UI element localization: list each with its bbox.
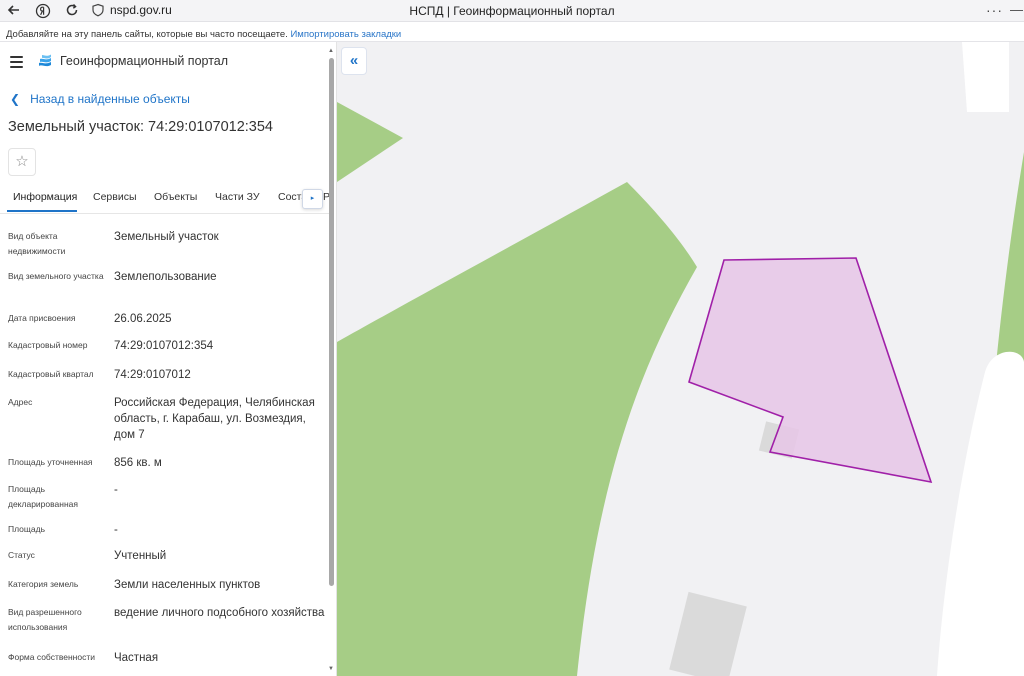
- bookmarks-bar: Добавляйте на эту панель сайты, которые …: [0, 22, 1024, 42]
- field-label: Площадь: [8, 524, 46, 534]
- portal-logo-icon: [37, 53, 53, 69]
- field-value: Земли населенных пунктов: [114, 579, 261, 591]
- bookmarks-hint: Добавляйте на эту панель сайты, которые …: [6, 29, 288, 40]
- tab-services[interactable]: Сервисы: [93, 191, 137, 203]
- field-value: 26.06.2025: [114, 313, 172, 325]
- menu-icon[interactable]: [10, 56, 23, 68]
- field-label: Кадастровый номер: [8, 340, 88, 350]
- field-label: Форма собственности: [8, 652, 95, 662]
- back-to-results-link[interactable]: ❮ Назад в найденные объекты: [10, 92, 190, 106]
- panel-scrollbar[interactable]: ▲ ▼: [327, 48, 335, 676]
- tab-objects[interactable]: Объекты: [154, 191, 197, 203]
- field-value: 74:29:0107012:354: [114, 340, 214, 352]
- field-label: Площадь декларированная: [8, 484, 78, 509]
- page-title: Земельный участок: 74:29:0107012:354: [8, 119, 273, 135]
- field-label: Дата присвоения: [8, 313, 76, 323]
- field-label: Адрес: [8, 397, 33, 407]
- collapse-panel-button[interactable]: «: [341, 47, 367, 75]
- minimize-icon[interactable]: —: [1010, 2, 1023, 17]
- info-tabs: Информация Сервисы Объекты Части ЗУ Сост…: [0, 182, 330, 214]
- field-label: Вид объекта недвижимости: [8, 231, 66, 256]
- object-info-panel: Геоинформационный портал ❮ Назад в найден…: [0, 42, 337, 676]
- tab-parts[interactable]: Части ЗУ: [215, 191, 260, 203]
- field-value: 856 кв. м: [114, 457, 162, 469]
- tab-scroll-right-icon[interactable]: ▸: [302, 189, 323, 209]
- back-label: Назад в найденные объекты: [30, 92, 190, 106]
- field-label: Категория земель: [8, 579, 79, 589]
- field-value: Земельный участок: [114, 231, 219, 243]
- more-menu-icon[interactable]: ···: [986, 2, 1003, 18]
- field-value: ведение личного подсобного хозяйства: [114, 607, 325, 619]
- scroll-up-icon[interactable]: ▲: [328, 48, 334, 54]
- favorite-star-icon[interactable]: ☆: [8, 148, 36, 176]
- scrollbar-thumb[interactable]: [329, 58, 334, 586]
- import-bookmarks-link[interactable]: Импортировать закладки: [290, 29, 401, 40]
- scroll-down-icon[interactable]: ▼: [328, 666, 334, 672]
- field-value: Российская Федерация, Челябинская област…: [114, 397, 315, 441]
- field-value: -: [114, 484, 118, 496]
- tab-info[interactable]: Информация: [13, 191, 77, 203]
- page-tab-title: НСПД | Геоинформационный портал: [409, 4, 615, 18]
- field-label: Площадь уточненная: [8, 457, 93, 467]
- field-value: Учтенный: [114, 550, 167, 562]
- chevron-left-icon: ❮: [10, 92, 21, 106]
- field-value: Частная: [114, 652, 159, 664]
- field-value: Землепользование: [114, 271, 217, 283]
- browser-toolbar: nspd.gov.ru НСПД | Геоинформационный пор…: [0, 0, 1024, 22]
- field-value: -: [114, 524, 118, 536]
- field-label: Вид земельного участка: [8, 271, 104, 281]
- portal-title: Геоинформационный портал: [60, 54, 229, 68]
- field-value: 74:29:0107012: [114, 369, 191, 381]
- map-view[interactable]: [337, 42, 1024, 676]
- field-label: Статус: [8, 550, 35, 560]
- field-label: Вид разрешенного использования: [8, 607, 82, 632]
- road-white-top: [962, 42, 1009, 112]
- active-tab-indicator: [7, 210, 77, 212]
- field-label: Кадастровый квартал: [8, 369, 94, 379]
